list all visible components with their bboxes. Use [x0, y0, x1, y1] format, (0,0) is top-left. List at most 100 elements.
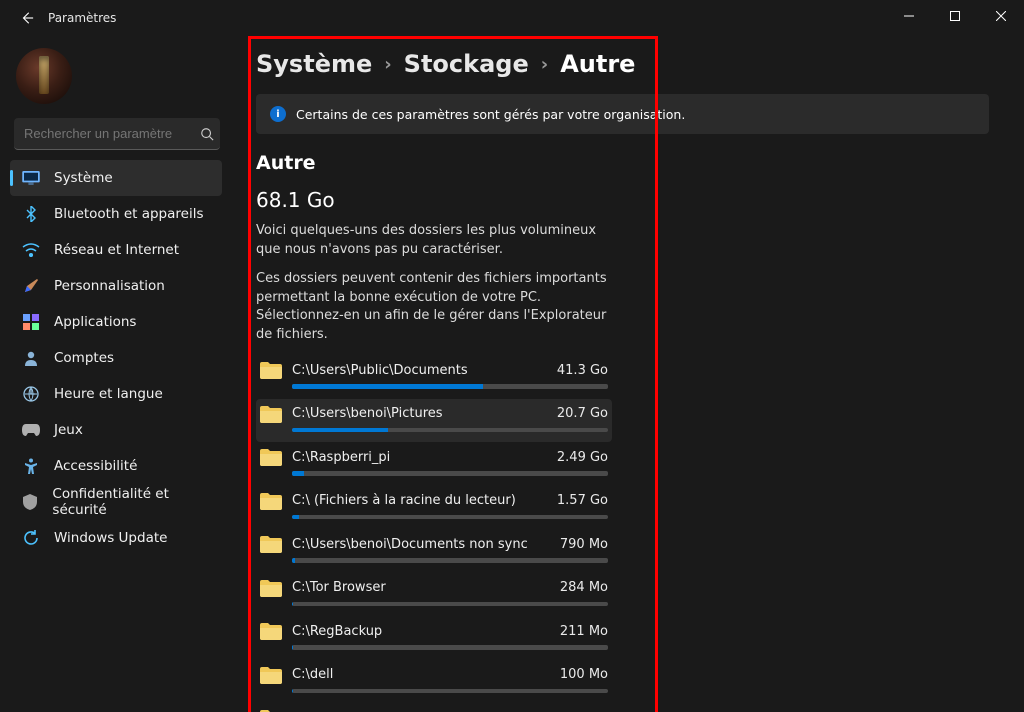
search-box[interactable] [14, 118, 220, 150]
nav-item-jeux[interactable]: Jeux [10, 412, 222, 448]
nav-item-label: Bluetooth et appareils [54, 206, 204, 222]
breadcrumb: Système › Stockage › Autre [256, 50, 1004, 78]
nav-item-label: Applications [54, 314, 136, 330]
settings-window: Paramètres Système Bluetooth et appareils… [0, 0, 1024, 712]
chevron-right-icon: › [535, 54, 554, 75]
folder-size: 100 Mo [560, 667, 612, 682]
folder-size: 2.49 Go [557, 450, 612, 465]
folder-icon [260, 579, 282, 597]
nav-item-comptes[interactable]: Comptes [10, 340, 222, 376]
description-2: Ces dossiers peuvent contenir des fichie… [256, 270, 616, 345]
bluetooth-icon [22, 205, 40, 223]
nav-item-label: Heure et langue [54, 386, 163, 402]
folder-size: 284 Mo [560, 580, 612, 595]
breadcrumb-storage[interactable]: Stockage [404, 50, 529, 78]
gaming-icon [22, 421, 40, 439]
folder-path: C:\ (Fichiers à la racine du lecteur) [292, 493, 557, 508]
folder-size: 211 Mo [560, 624, 612, 639]
nav-item-label: Confidentialité et sécurité [52, 486, 212, 518]
folder-path: C:\Users\Public\Documents [292, 363, 557, 378]
total-size: 68.1 Go [256, 188, 1004, 212]
system-icon [22, 169, 40, 187]
nav-item-label: Accessibilité [54, 458, 137, 474]
folder-icon [260, 448, 282, 466]
person-icon [22, 349, 40, 367]
folder-icon [260, 622, 282, 640]
time-lang-icon [22, 385, 40, 403]
folder-size: 20.7 Go [557, 406, 612, 421]
folder-path: C:\dell [292, 667, 560, 682]
user-avatar[interactable] [16, 48, 72, 104]
usage-bar [292, 558, 608, 563]
folder-icon [260, 361, 282, 379]
back-button[interactable] [14, 5, 40, 31]
folder-icon [260, 535, 282, 553]
close-button[interactable] [978, 0, 1024, 32]
nav-item-label: Windows Update [54, 530, 167, 546]
usage-bar [292, 689, 608, 694]
folder-item[interactable]: C:\Users\benoi\Pictures20.7 Go [256, 399, 612, 443]
main-content: Système › Stockage › Autre i Certains de… [232, 36, 1024, 712]
window-controls [886, 0, 1024, 32]
nav-item-label: Réseau et Internet [54, 242, 179, 258]
folder-path: C:\Raspberri_pi [292, 450, 557, 465]
nav-item-confidentialit-et-s-curit[interactable]: Confidentialité et sécurité [10, 484, 222, 520]
folder-item[interactable]: C:\Tor Browser284 Mo [256, 573, 612, 617]
folder-list: C:\Users\Public\Documents41.3 GoC:\Users… [256, 355, 612, 712]
usage-bar [292, 515, 608, 520]
nav-list: Système Bluetooth et appareils Réseau et I… [6, 160, 226, 556]
window-title: Paramètres [48, 11, 116, 25]
nav-item-label: Personnalisation [54, 278, 165, 294]
folder-icon [260, 666, 282, 684]
breadcrumb-system[interactable]: Système [256, 50, 372, 78]
usage-bar [292, 645, 608, 650]
network-icon [22, 241, 40, 259]
folder-size: 41.3 Go [557, 363, 612, 378]
nav-item-applications[interactable]: Applications [10, 304, 222, 340]
folder-item[interactable]: C:\Raspberri_pi2.49 Go [256, 442, 612, 486]
folder-item[interactable]: C:\Users\Public\Documents41.3 Go [256, 355, 612, 399]
nav-item-label: Comptes [54, 350, 114, 366]
folder-item[interactable]: C:\ (Fichiers à la racine du lecteur)1.5… [256, 486, 612, 530]
section-title: Autre [256, 152, 1004, 174]
folder-size: 1.57 Go [557, 493, 612, 508]
folder-path: C:\Users\benoi\Pictures [292, 406, 557, 421]
nav-item-windows-update[interactable]: Windows Update [10, 520, 222, 556]
folder-path: C:\Tor Browser [292, 580, 560, 595]
folder-item[interactable]: C:\verrou78.0 Mo [256, 703, 612, 712]
nav-item-bluetooth-et-appareils[interactable]: Bluetooth et appareils [10, 196, 222, 232]
nav-item-accessibilit[interactable]: Accessibilité [10, 448, 222, 484]
accessibility-icon [22, 457, 40, 475]
usage-bar [292, 428, 608, 433]
folder-item[interactable]: C:\dell100 Mo [256, 660, 612, 704]
org-policy-banner: i Certains de ces paramètres sont gérés … [256, 94, 989, 134]
banner-text: Certains de ces paramètres sont gérés pa… [296, 107, 685, 122]
search-icon [200, 127, 214, 141]
title-bar: Paramètres [0, 0, 1024, 36]
privacy-icon [22, 493, 38, 511]
folder-icon [260, 405, 282, 423]
nav-item-label: Système [54, 170, 113, 186]
maximize-button[interactable] [932, 0, 978, 32]
nav-item-personnalisation[interactable]: Personnalisation [10, 268, 222, 304]
description-1: Voici quelques-uns des dossiers les plus… [256, 222, 616, 260]
usage-bar [292, 471, 608, 476]
update-icon [22, 529, 40, 547]
apps-icon [22, 313, 40, 331]
breadcrumb-other: Autre [560, 50, 635, 78]
usage-bar [292, 602, 608, 607]
brush-icon [22, 277, 40, 295]
folder-path: C:\Users\benoi\Documents non sync [292, 537, 560, 552]
nav-item-syst-me[interactable]: Système [10, 160, 222, 196]
nav-item-heure-et-langue[interactable]: Heure et langue [10, 376, 222, 412]
minimize-button[interactable] [886, 0, 932, 32]
folder-item[interactable]: C:\RegBackup211 Mo [256, 616, 612, 660]
chevron-right-icon: › [378, 54, 397, 75]
nav-item-label: Jeux [54, 422, 83, 438]
info-icon: i [270, 106, 286, 122]
nav-item-r-seau-et-internet[interactable]: Réseau et Internet [10, 232, 222, 268]
folder-path: C:\RegBackup [292, 624, 560, 639]
usage-bar [292, 384, 608, 389]
folder-item[interactable]: C:\Users\benoi\Documents non sync790 Mo [256, 529, 612, 573]
search-input[interactable] [24, 126, 200, 141]
